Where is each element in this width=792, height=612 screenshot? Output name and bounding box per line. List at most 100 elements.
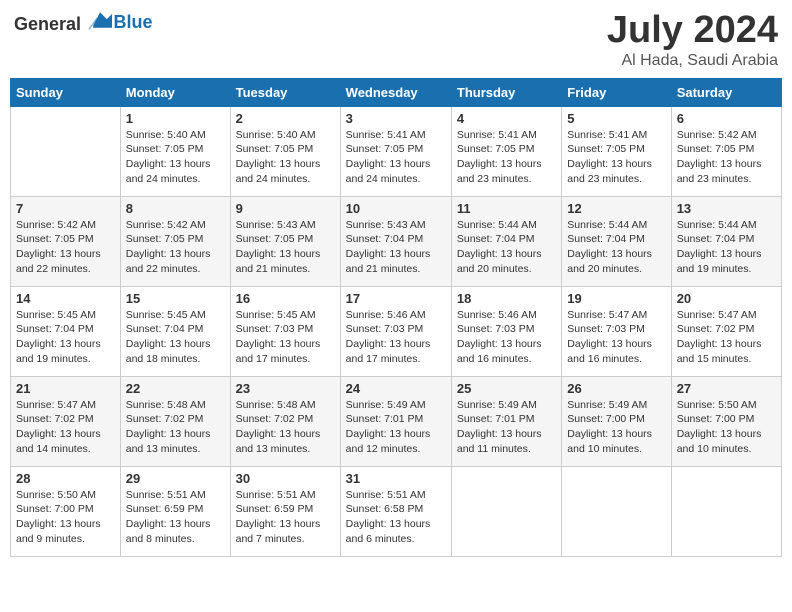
weekday-header-sunday: Sunday <box>11 78 121 106</box>
day-number: 4 <box>457 111 556 126</box>
logo-blue: Blue <box>114 12 153 32</box>
logo-icon <box>88 10 112 30</box>
day-number: 23 <box>236 381 335 396</box>
day-number: 25 <box>457 381 556 396</box>
calendar-cell <box>11 106 121 196</box>
calendar-cell: 17Sunrise: 5:46 AM Sunset: 7:03 PM Dayli… <box>340 286 451 376</box>
day-info: Sunrise: 5:42 AM Sunset: 7:05 PM Dayligh… <box>16 218 115 277</box>
calendar-cell: 29 Sunrise: 5:51 AM Sunset: 6:59 PM Dayli… <box>120 466 230 556</box>
day-number: 14 <box>16 291 115 306</box>
calendar-cell: 10Sunrise: 5:43 AM Sunset: 7:04 PM Dayli… <box>340 196 451 286</box>
calendar-cell: 6 Sunrise: 5:42 AM Sunset: 7:05 PM Daylig… <box>671 106 781 196</box>
day-number: 12 <box>567 201 665 216</box>
day-info: Sunrise: 5:42 AM Sunset: 7:05 PM Dayligh… <box>677 128 776 187</box>
calendar-cell: 28 Sunrise: 5:50 AM Sunset: 7:00 PM Dayli… <box>11 466 121 556</box>
day-info: Sunrise: 5:44 AM Sunset: 7:04 PM Dayligh… <box>457 218 556 277</box>
day-info: Sunrise: 5:47 AM Sunset: 7:03 PM Dayligh… <box>567 308 665 367</box>
calendar-cell <box>451 466 561 556</box>
day-info: Sunrise: 5:44 AM Sunset: 7:04 PM Dayligh… <box>567 218 665 277</box>
page-header: General Blue July 2024 Al Hada, Saudi Ar… <box>10 10 782 70</box>
calendar-table: SundayMondayTuesdayWednesdayThursdayFrid… <box>10 78 782 557</box>
calendar-cell: 8 Sunrise: 5:42 AM Sunset: 7:05 PM Daylig… <box>120 196 230 286</box>
calendar-week-1: 1 Sunrise: 5:40 AM Sunset: 7:05 PM Daylig… <box>11 106 782 196</box>
day-info: Sunrise: 5:51 AM Sunset: 6:59 PM Dayligh… <box>236 488 335 547</box>
day-info: Sunrise: 5:46 AM Sunset: 7:03 PM Dayligh… <box>346 308 446 367</box>
weekday-header-thursday: Thursday <box>451 78 561 106</box>
calendar-cell: 20 Sunrise: 5:47 AM Sunset: 7:02 PM Dayli… <box>671 286 781 376</box>
logo-general: General <box>14 14 81 34</box>
day-number: 16 <box>236 291 335 306</box>
day-number: 30 <box>236 471 335 486</box>
day-number: 7 <box>16 201 115 216</box>
day-info: Sunrise: 5:49 AM Sunset: 7:00 PM Dayligh… <box>567 398 665 457</box>
location-title: Al Hada, Saudi Arabia <box>607 52 778 70</box>
calendar-cell: 5 Sunrise: 5:41 AM Sunset: 7:05 PM Daylig… <box>562 106 671 196</box>
calendar-cell: 11 Sunrise: 5:44 AM Sunset: 7:04 PM Dayli… <box>451 196 561 286</box>
calendar-cell <box>671 466 781 556</box>
day-info: Sunrise: 5:42 AM Sunset: 7:05 PM Dayligh… <box>126 218 225 277</box>
calendar-cell: 16Sunrise: 5:45 AM Sunset: 7:03 PM Dayli… <box>230 286 340 376</box>
day-number: 6 <box>677 111 776 126</box>
day-number: 19 <box>567 291 665 306</box>
calendar-cell: 31 Sunrise: 5:51 AM Sunset: 6:58 PM Dayli… <box>340 466 451 556</box>
day-number: 8 <box>126 201 225 216</box>
calendar-cell: 13Sunrise: 5:44 AM Sunset: 7:04 PM Dayli… <box>671 196 781 286</box>
day-info: Sunrise: 5:51 AM Sunset: 6:59 PM Dayligh… <box>126 488 225 547</box>
day-info: Sunrise: 5:41 AM Sunset: 7:05 PM Dayligh… <box>567 128 665 187</box>
calendar-week-2: 7 Sunrise: 5:42 AM Sunset: 7:05 PM Daylig… <box>11 196 782 286</box>
day-number: 3 <box>346 111 446 126</box>
day-info: Sunrise: 5:41 AM Sunset: 7:05 PM Dayligh… <box>346 128 446 187</box>
day-number: 11 <box>457 201 556 216</box>
calendar-week-3: 14Sunrise: 5:45 AM Sunset: 7:04 PM Dayli… <box>11 286 782 376</box>
day-info: Sunrise: 5:50 AM Sunset: 7:00 PM Dayligh… <box>677 398 776 457</box>
day-info: Sunrise: 5:48 AM Sunset: 7:02 PM Dayligh… <box>236 398 335 457</box>
calendar-cell: 26Sunrise: 5:49 AM Sunset: 7:00 PM Dayli… <box>562 376 671 466</box>
day-info: Sunrise: 5:50 AM Sunset: 7:00 PM Dayligh… <box>16 488 115 547</box>
day-number: 20 <box>677 291 776 306</box>
day-info: Sunrise: 5:41 AM Sunset: 7:05 PM Dayligh… <box>457 128 556 187</box>
weekday-header-row: SundayMondayTuesdayWednesdayThursdayFrid… <box>11 78 782 106</box>
day-number: 24 <box>346 381 446 396</box>
calendar-cell: 15Sunrise: 5:45 AM Sunset: 7:04 PM Dayli… <box>120 286 230 376</box>
calendar-week-4: 21 Sunrise: 5:47 AM Sunset: 7:02 PM Dayli… <box>11 376 782 466</box>
calendar-cell: 2 Sunrise: 5:40 AM Sunset: 7:05 PM Daylig… <box>230 106 340 196</box>
day-number: 2 <box>236 111 335 126</box>
day-number: 31 <box>346 471 446 486</box>
weekday-header-monday: Monday <box>120 78 230 106</box>
day-info: Sunrise: 5:47 AM Sunset: 7:02 PM Dayligh… <box>677 308 776 367</box>
calendar-cell: 22Sunrise: 5:48 AM Sunset: 7:02 PM Dayli… <box>120 376 230 466</box>
weekday-header-tuesday: Tuesday <box>230 78 340 106</box>
day-info: Sunrise: 5:51 AM Sunset: 6:58 PM Dayligh… <box>346 488 446 547</box>
calendar-cell: 19 Sunrise: 5:47 AM Sunset: 7:03 PM Dayli… <box>562 286 671 376</box>
day-number: 1 <box>126 111 225 126</box>
weekday-header-saturday: Saturday <box>671 78 781 106</box>
day-number: 9 <box>236 201 335 216</box>
day-number: 5 <box>567 111 665 126</box>
logo: General Blue <box>14 10 153 35</box>
day-info: Sunrise: 5:44 AM Sunset: 7:04 PM Dayligh… <box>677 218 776 277</box>
day-info: Sunrise: 5:40 AM Sunset: 7:05 PM Dayligh… <box>236 128 335 187</box>
calendar-cell: 3 Sunrise: 5:41 AM Sunset: 7:05 PM Daylig… <box>340 106 451 196</box>
calendar-cell: 27 Sunrise: 5:50 AM Sunset: 7:00 PM Dayli… <box>671 376 781 466</box>
weekday-header-friday: Friday <box>562 78 671 106</box>
calendar-cell: 4 Sunrise: 5:41 AM Sunset: 7:05 PM Daylig… <box>451 106 561 196</box>
weekday-header-wednesday: Wednesday <box>340 78 451 106</box>
day-info: Sunrise: 5:47 AM Sunset: 7:02 PM Dayligh… <box>16 398 115 457</box>
day-info: Sunrise: 5:43 AM Sunset: 7:04 PM Dayligh… <box>346 218 446 277</box>
day-number: 22 <box>126 381 225 396</box>
title-block: July 2024 Al Hada, Saudi Arabia <box>607 10 778 70</box>
calendar-cell: 9 Sunrise: 5:43 AM Sunset: 7:05 PM Daylig… <box>230 196 340 286</box>
day-number: 15 <box>126 291 225 306</box>
calendar-cell: 21 Sunrise: 5:47 AM Sunset: 7:02 PM Dayli… <box>11 376 121 466</box>
calendar-cell: 14Sunrise: 5:45 AM Sunset: 7:04 PM Dayli… <box>11 286 121 376</box>
day-info: Sunrise: 5:43 AM Sunset: 7:05 PM Dayligh… <box>236 218 335 277</box>
day-number: 18 <box>457 291 556 306</box>
day-number: 28 <box>16 471 115 486</box>
day-info: Sunrise: 5:49 AM Sunset: 7:01 PM Dayligh… <box>346 398 446 457</box>
day-number: 29 <box>126 471 225 486</box>
day-info: Sunrise: 5:49 AM Sunset: 7:01 PM Dayligh… <box>457 398 556 457</box>
calendar-cell: 30 Sunrise: 5:51 AM Sunset: 6:59 PM Dayli… <box>230 466 340 556</box>
day-number: 27 <box>677 381 776 396</box>
calendar-cell: 18Sunrise: 5:46 AM Sunset: 7:03 PM Dayli… <box>451 286 561 376</box>
day-number: 21 <box>16 381 115 396</box>
